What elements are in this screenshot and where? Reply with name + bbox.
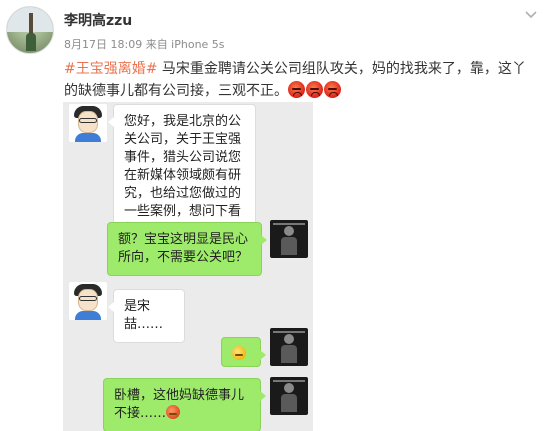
post-header: 李明高zzu 8月17日 18:09 来自 iPhone 5s [0, 0, 550, 62]
hashtag-link[interactable]: #王宝强离婚# [64, 61, 157, 77]
chat-bubble-text: 卧槽，这他妈缺德事儿不接…… [114, 388, 245, 421]
chevron-down-icon[interactable] [524, 8, 538, 22]
chat-bubble-outgoing: 卧槽，这他妈缺德事儿不接…… [103, 378, 266, 431]
chat-bubble-outgoing [221, 337, 266, 367]
chat-bubble-incoming: 是宋喆…… [108, 289, 185, 343]
page-background [313, 102, 550, 431]
chat-screenshot: 您好，我是北京的公关公司，关于王宝强事件，猎头公司说您在新媒体领域颇有研究，也给… [63, 102, 313, 431]
grin-emoji-icon [232, 346, 246, 360]
angry-face-icon [288, 81, 305, 98]
avatar-person [26, 33, 36, 51]
chat-bubble-outgoing: 额？宝宝这明显是民心所向，不需要公关吧？ [107, 222, 267, 276]
chat-avatar-cartoon [69, 282, 107, 320]
username[interactable]: 李明高zzu [64, 10, 132, 30]
user-avatar[interactable] [6, 6, 54, 54]
post-text: #王宝强离婚# 马宋重金聘请公关公司组队攻关，妈的找我来了，靠，这丫的缺德事儿都… [64, 58, 539, 102]
chat-avatar-dark [270, 328, 308, 366]
post-meta: 8月17日 18:09 来自 iPhone 5s [64, 38, 225, 51]
chat-avatar-dark [270, 220, 308, 258]
angry-emoji-icon [166, 405, 181, 419]
angry-face-icon [324, 81, 341, 98]
chat-avatar-cartoon [69, 104, 107, 142]
chat-avatar-dark [270, 377, 308, 415]
angry-face-icon [306, 81, 323, 98]
